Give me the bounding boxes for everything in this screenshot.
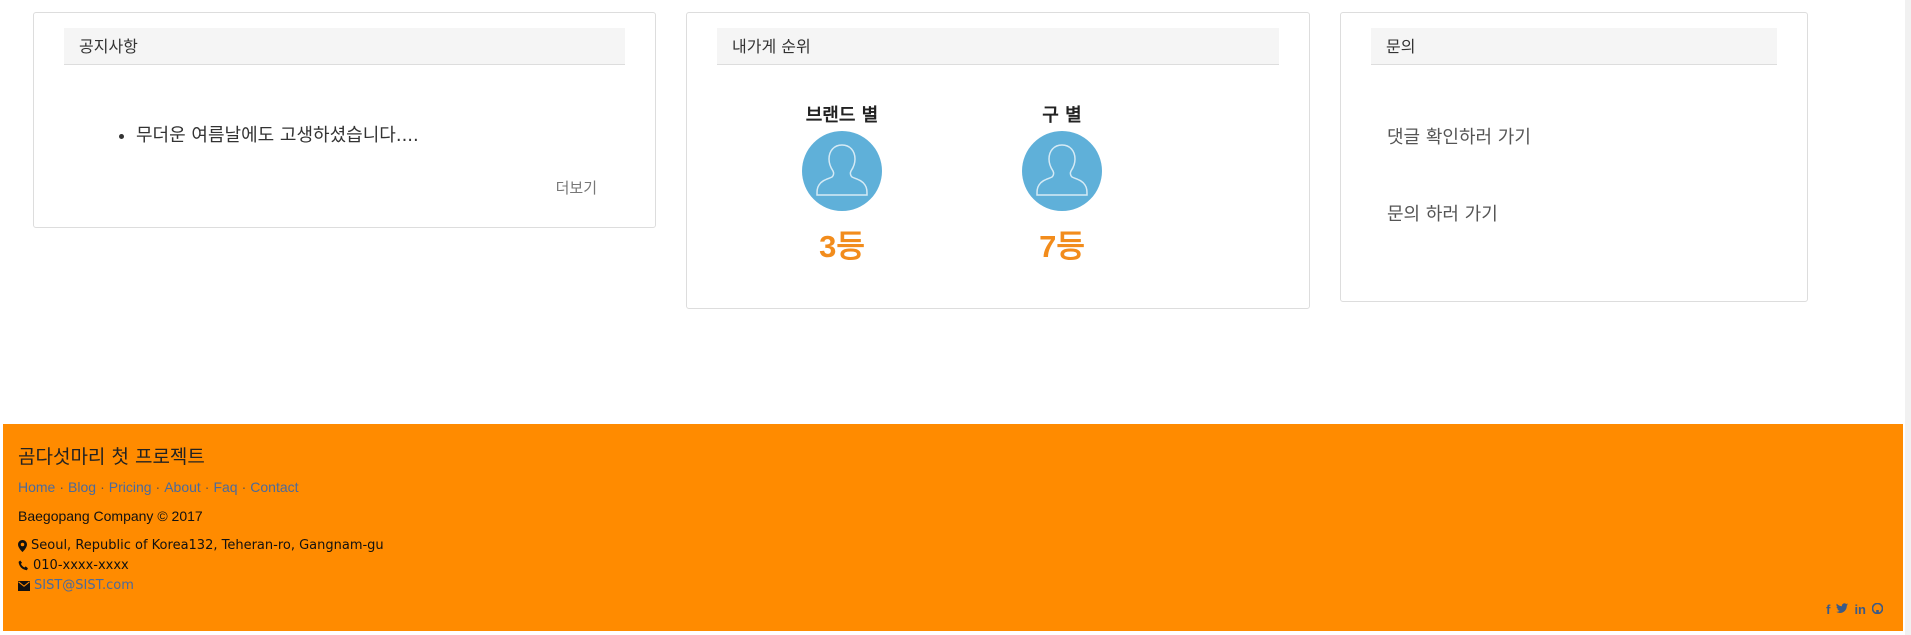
footer-phone-text: 010-xxxx-xxxx [33, 558, 129, 573]
envelope-icon [18, 580, 30, 591]
footer-nav: Home · Blog · Pricing · About · Faq · Contact [18, 479, 299, 495]
footer-email: SIST@SIST.com [18, 578, 134, 593]
footer-link-pricing[interactable]: Pricing [109, 479, 152, 495]
map-marker-icon [18, 539, 27, 552]
gu-rank: 구 별 7등 [1002, 101, 1122, 266]
phone-icon [18, 560, 28, 571]
notice-list: 무더운 여름날에도 고생하셨습니다.... [136, 121, 419, 147]
footer-title: 곰다섯마리 첫 프로젝트 [18, 446, 205, 468]
brand-rank-value: 3등 [819, 229, 865, 264]
gu-rank-label: 구 별 [1042, 105, 1082, 126]
brand-rank: 브랜드 별 3등 [782, 101, 902, 266]
footer-address-text: Seoul, Republic of Korea132, Teheran-ro,… [31, 538, 384, 553]
gu-rank-value: 7등 [1039, 229, 1085, 264]
footer: 곰다섯마리 첫 프로젝트 Home · Blog · Pricing · About · Faq… [3, 424, 1903, 631]
rank-title: 내가게 순위 [717, 28, 1279, 65]
github-icon[interactable] [1871, 602, 1884, 617]
brand-rank-label: 브랜드 별 [805, 105, 879, 126]
inquiry-link[interactable]: 문의 하러 가기 [1387, 200, 1498, 226]
footer-company: Baegopang Company © 2017 [18, 508, 203, 524]
footer-link-faq[interactable]: Faq [213, 479, 237, 495]
footer-phone: 010-xxxx-xxxx [18, 558, 129, 573]
twitter-icon[interactable] [1836, 602, 1849, 617]
page: 공지사항 무더운 여름날에도 고생하셨습니다.... 더보기 내가게 순위 브랜… [0, 0, 1911, 635]
footer-link-home[interactable]: Home [18, 479, 55, 495]
notice-item[interactable]: 무더운 여름날에도 고생하셨습니다.... [136, 121, 419, 147]
notice-panel: 공지사항 무더운 여름날에도 고생하셨습니다.... 더보기 [33, 12, 656, 228]
linkedin-icon[interactable]: in [1854, 602, 1866, 617]
more-link[interactable]: 더보기 [556, 177, 597, 198]
vertical-scrollbar[interactable] [1905, 0, 1911, 635]
footer-link-contact[interactable]: Contact [250, 479, 298, 495]
footer-link-about[interactable]: About [164, 479, 201, 495]
footer-email-link[interactable]: SIST@SIST.com [34, 578, 134, 593]
rank-panel: 내가게 순위 브랜드 별 3등 구 별 7등 [686, 12, 1310, 309]
comment-check-link[interactable]: 댓글 확인하러 가기 [1387, 123, 1531, 149]
user-avatar-icon [1022, 131, 1102, 211]
social-links: f in [1826, 602, 1884, 617]
facebook-icon[interactable]: f [1826, 602, 1830, 617]
inquiry-title: 문의 [1371, 28, 1777, 65]
footer-address: Seoul, Republic of Korea132, Teheran-ro,… [18, 538, 384, 553]
inquiry-panel: 문의 댓글 확인하러 가기 문의 하러 가기 [1340, 12, 1808, 302]
user-avatar-icon [802, 131, 882, 211]
notice-title: 공지사항 [64, 28, 625, 65]
footer-link-blog[interactable]: Blog [68, 479, 96, 495]
